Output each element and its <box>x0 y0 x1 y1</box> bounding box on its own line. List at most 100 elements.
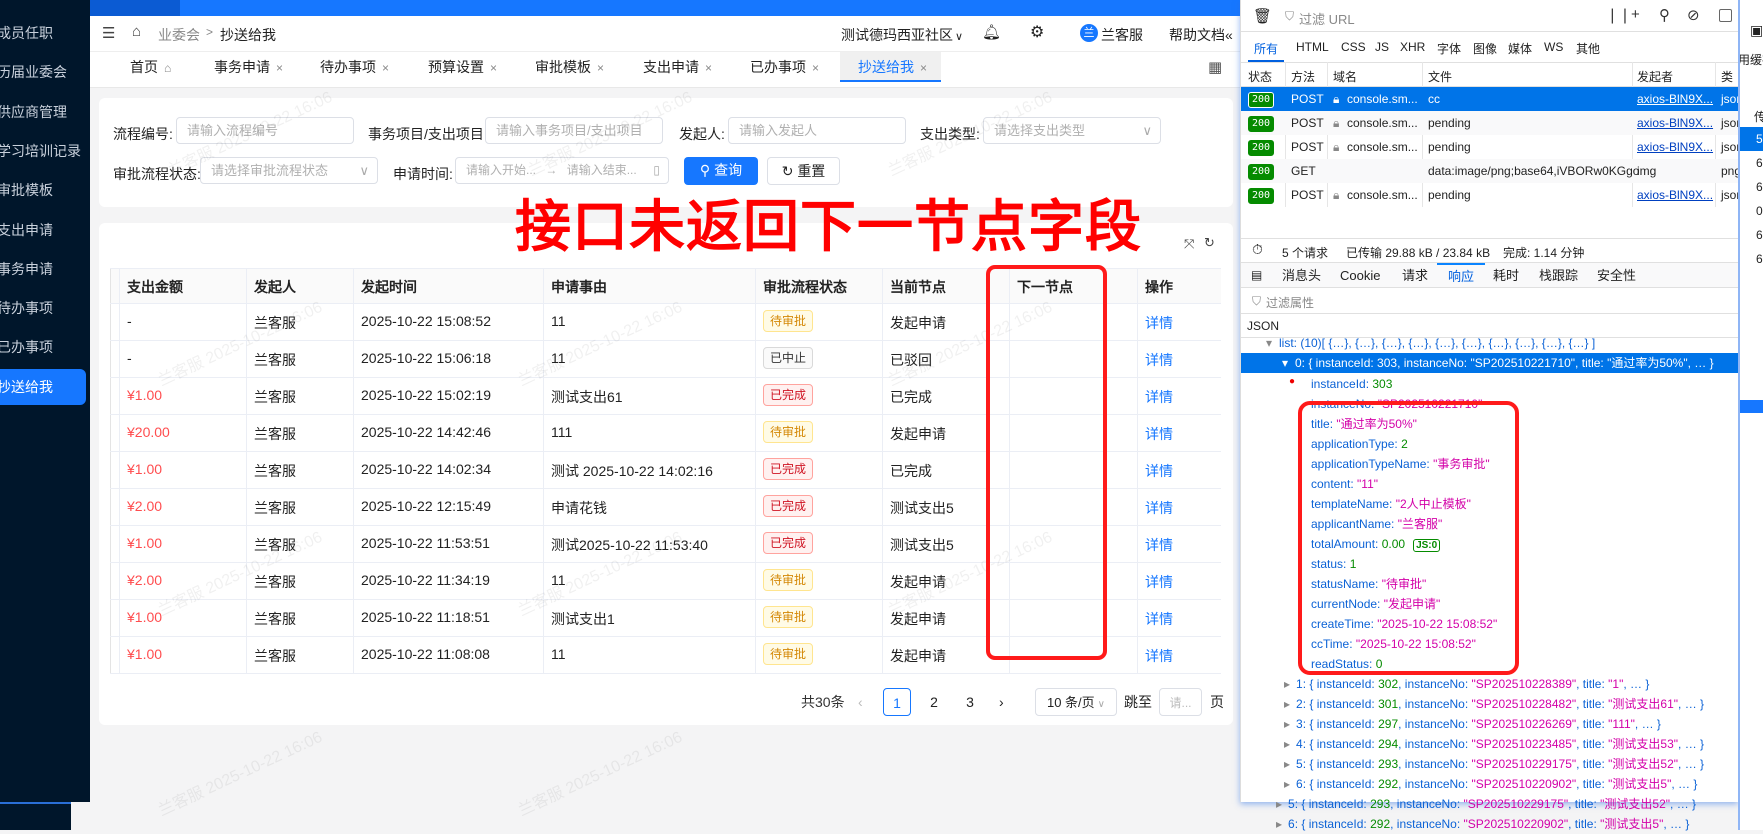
request-row[interactable]: 200 GET data:image/png;base64,iVBORw0KGgo i… <box>1241 159 1738 183</box>
expand-triangle-icon[interactable]: ▸ <box>1276 817 1282 831</box>
detail-link[interactable]: 详情 <box>1145 498 1217 518</box>
type-tab[interactable]: WS <box>1544 40 1563 54</box>
community-selector[interactable]: 测试德玛西亚社区 ∨ <box>841 25 963 45</box>
type-tab[interactable]: 图像 <box>1473 40 1497 57</box>
type-tab[interactable]: CSS <box>1341 40 1366 54</box>
add-icon[interactable]: + <box>1631 6 1640 23</box>
detail-tab[interactable]: 栈跟踪 <box>1539 263 1578 288</box>
detail-tab[interactable]: 请求 <box>1402 263 1428 288</box>
json-collapsed-item[interactable]: ▸ 1: { instanceId: 302, instanceNo: "SP20… <box>1284 674 1649 694</box>
property-filter-input[interactable]: 过滤属性 <box>1266 294 1314 311</box>
close-icon[interactable]: × <box>382 61 389 75</box>
request-column-header[interactable]: 状态 <box>1248 68 1272 85</box>
search-icon[interactable]: ⚲ <box>1659 6 1670 24</box>
tab-7[interactable]: 抄送给我 × <box>840 52 941 82</box>
detail-link[interactable]: 详情 <box>1145 572 1217 592</box>
user-name[interactable]: 兰客服 <box>1101 25 1143 45</box>
detail-link[interactable]: 详情 <box>1145 535 1217 555</box>
item-input[interactable]: 请输入事务项目/支出项目 <box>485 117 663 144</box>
detail-tab[interactable]: 耗时 <box>1493 263 1519 288</box>
page-button[interactable]: 1 <box>883 688 911 716</box>
sidebar-item[interactable]: 审批模板 <box>0 172 86 208</box>
close-icon[interactable]: × <box>812 61 819 75</box>
pause-icon[interactable]: ❘❘ <box>1606 6 1631 24</box>
sidebar-item[interactable]: 供应商管理 <box>0 94 86 130</box>
sidebar-item[interactable]: 事务申请 <box>0 251 86 287</box>
sidebar-item[interactable]: 抄送给我 <box>0 368 86 405</box>
json-collapsed-item[interactable]: ▸ 6: { instanceId: 292, instanceNo: "SP20… <box>1276 814 1689 834</box>
date-range-picker[interactable]: 请输入开始... → 请输入结束... ▯ <box>455 157 669 184</box>
request-row[interactable]: 200 POST 🔒︎ console.sm... pending axios-BlN9X… <box>1241 135 1738 159</box>
date-start-input[interactable]: 请输入开始... <box>466 163 536 177</box>
fullscreen-icon[interactable]: ⤧ <box>1184 236 1194 252</box>
json-list-line[interactable]: list: (10)[ {…}, {…}, {…}, {…}, {…}, {…}… <box>1279 333 1595 353</box>
expand-triangle-icon[interactable]: ▾ <box>1282 353 1288 373</box>
detail-link[interactable]: 详情 <box>1145 646 1217 666</box>
request-column-header[interactable]: 域名 <box>1333 68 1357 85</box>
menu-collapse-icon[interactable]: ☰ <box>102 24 115 42</box>
top-nav-active-item[interactable] <box>90 0 180 16</box>
page-size-select[interactable]: 10 条/页 ∨ <box>1035 688 1117 716</box>
prev-page-icon[interactable]: ‹ <box>858 688 863 716</box>
json-collapsed-item[interactable]: ▸ 5: { instanceId: 293, instanceNo: "SP20… <box>1284 754 1704 774</box>
panel-toggle-icon[interactable]: ▤ <box>1251 268 1262 282</box>
request-row[interactable]: 200 POST 🔒︎ console.sm... cc axios-BlN9X... js… <box>1241 87 1738 111</box>
expand-triangle-icon[interactable]: ▸ <box>1284 717 1290 731</box>
status-select[interactable]: 请选择审批流程状态 ∨ <box>200 157 378 184</box>
applicant-input[interactable]: 请输入发起人 <box>728 117 906 144</box>
url-filter-input[interactable]: 过滤 URL <box>1299 9 1355 28</box>
help-docs-link[interactable]: 帮助文档« <box>1169 25 1233 45</box>
checkbox[interactable] <box>1719 9 1732 22</box>
sidebar-item[interactable]: 待办事项 <box>0 290 86 326</box>
sidebar-item[interactable]: 学习培训记录 <box>0 133 86 169</box>
sidebar-item[interactable]: 支出申请 <box>0 212 86 248</box>
expand-triangle-icon[interactable]: ▸ <box>1284 697 1290 711</box>
expand-triangle-icon[interactable]: ▸ <box>1284 757 1290 771</box>
request-column-header[interactable]: 文件 <box>1428 68 1452 85</box>
tab-1[interactable]: 事务申请 × <box>214 52 283 82</box>
detail-tab[interactable]: 安全性 <box>1597 263 1636 288</box>
process-no-input[interactable]: 请输入流程编号 <box>176 117 354 144</box>
reset-button[interactable]: ↻ 重置 <box>767 157 840 185</box>
type-tab[interactable]: 所有 <box>1248 40 1285 62</box>
tab-2[interactable]: 待办事项 × <box>320 52 389 82</box>
home-icon[interactable]: ⌂ <box>132 23 141 40</box>
block-icon[interactable]: ⊘ <box>1687 6 1700 24</box>
type-tab[interactable]: HTML <box>1296 40 1329 54</box>
json-collapsed-item[interactable]: ▸ 5: { instanceId: 293, instanceNo: "SP20… <box>1276 794 1696 814</box>
json-collapsed-item[interactable]: ▸ 4: { instanceId: 294, instanceNo: "SP20… <box>1284 734 1704 754</box>
detail-link[interactable]: 详情 <box>1145 461 1217 481</box>
avatar[interactable]: 兰 <box>1080 24 1098 42</box>
next-page-icon[interactable]: › <box>999 688 1004 716</box>
expense-type-select[interactable]: 请选择支出类型 ∨ <box>983 117 1161 144</box>
detail-link[interactable]: 详情 <box>1145 609 1217 629</box>
type-tab[interactable]: JS <box>1375 40 1389 54</box>
tab-4[interactable]: 审批模板 × <box>535 52 604 82</box>
detail-link[interactable]: 详情 <box>1145 387 1217 407</box>
expand-triangle-icon[interactable]: ▸ <box>1284 777 1290 791</box>
gear-icon[interactable]: ⚙ <box>1030 22 1044 42</box>
bell-icon[interactable]: 🔔︎ <box>982 23 1001 41</box>
grid-icon[interactable]: ▦ <box>1208 58 1222 76</box>
breadcrumb-item[interactable]: 业委会 <box>158 25 200 45</box>
detail-tab[interactable]: 响应 <box>1437 263 1486 288</box>
sidebar-item[interactable]: 成员任职 <box>0 15 86 51</box>
sidebar-item[interactable]: 已办事项 <box>0 329 86 365</box>
page-button[interactable]: 3 <box>956 688 984 716</box>
sidebar-item[interactable]: 历届业委会 <box>0 54 86 90</box>
type-tab[interactable]: 其他 <box>1576 40 1600 57</box>
expand-triangle-icon[interactable]: ▸ <box>1276 797 1282 811</box>
expand-triangle-icon[interactable]: ▸ <box>1284 677 1290 691</box>
expand-triangle-icon[interactable]: ▾ <box>1266 333 1272 353</box>
json-collapsed-item[interactable]: ▸ 6: { instanceId: 292, instanceNo: "SP20… <box>1284 774 1697 794</box>
detail-tab[interactable]: 消息头 <box>1282 263 1321 288</box>
close-icon[interactable]: × <box>490 61 497 75</box>
tab-5[interactable]: 支出申请 × <box>643 52 712 82</box>
tab-6[interactable]: 已办事项 × <box>750 52 819 82</box>
json-collapsed-item[interactable]: ▸ 3: { instanceId: 297, instanceNo: "SP20… <box>1284 714 1661 734</box>
request-row[interactable]: 200 POST 🔒︎ console.sm... pending axios-BlN9X… <box>1241 183 1738 207</box>
request-column-header[interactable]: 方法 <box>1291 68 1315 85</box>
detail-tab[interactable]: Cookie <box>1340 263 1380 288</box>
close-icon[interactable]: × <box>705 61 712 75</box>
json-collapsed-item[interactable]: ▸ 2: { instanceId: 301, instanceNo: "SP20… <box>1284 694 1704 714</box>
